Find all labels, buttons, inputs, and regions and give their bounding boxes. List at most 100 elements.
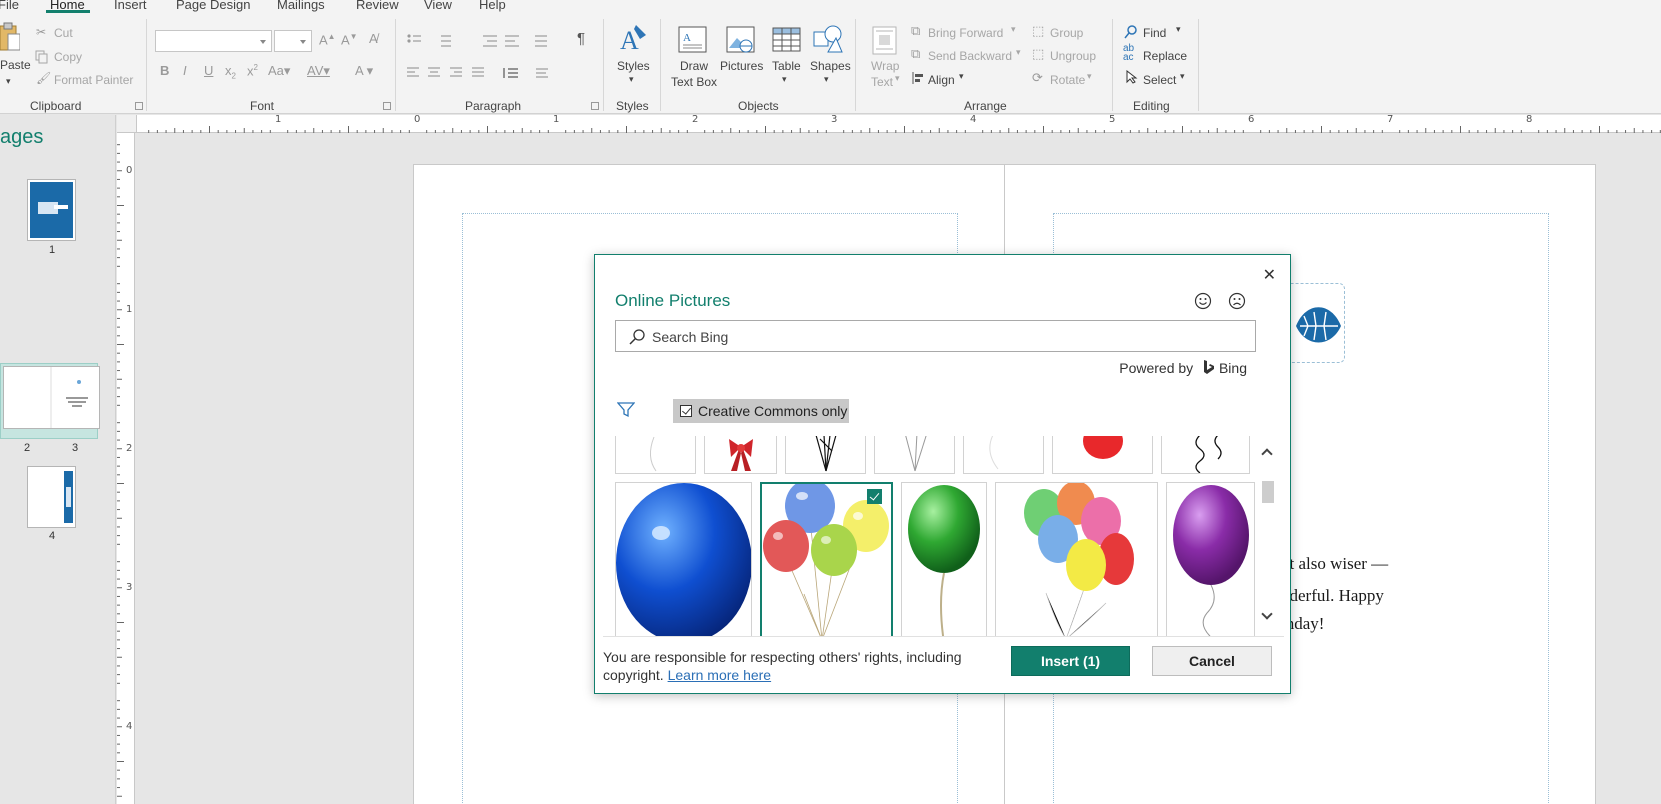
search-input[interactable] bbox=[652, 327, 1242, 347]
align-dropdown-icon[interactable]: ▾ bbox=[959, 71, 964, 82]
scroll-down-icon[interactable] bbox=[1261, 608, 1273, 620]
selected-checkmark-icon[interactable] bbox=[867, 489, 882, 504]
paragraph-launcher-icon[interactable] bbox=[591, 102, 599, 110]
bring-forward-button[interactable]: Bring Forward bbox=[928, 26, 1003, 40]
document-text-line-1[interactable]: ut also wiser — bbox=[1281, 554, 1388, 574]
page-thumbnail-2-3[interactable] bbox=[3, 366, 100, 429]
font-name-combo[interactable] bbox=[155, 30, 272, 52]
horizontal-ruler[interactable]: 1 0 1 2 3 4 5 6 7 8 bbox=[137, 114, 1661, 133]
cut-button[interactable]: Cut bbox=[54, 26, 73, 40]
rotate-button[interactable]: Rotate bbox=[1050, 73, 1085, 87]
change-case-icon[interactable]: Aa▾ bbox=[268, 63, 290, 79]
image-result-tile[interactable] bbox=[785, 436, 866, 474]
grow-font-icon[interactable]: A▲ bbox=[319, 32, 336, 47]
select-dropdown-icon[interactable]: ▾ bbox=[1180, 71, 1185, 82]
insert-button[interactable]: Insert (1) bbox=[1011, 646, 1130, 676]
wrap-text-icon[interactable] bbox=[872, 26, 898, 56]
search-box[interactable] bbox=[615, 320, 1256, 352]
send-backward-dropdown-icon[interactable]: ▾ bbox=[1016, 47, 1021, 58]
image-result-tile[interactable] bbox=[1166, 482, 1255, 636]
ungroup-button[interactable]: Ungroup bbox=[1050, 49, 1096, 63]
cancel-button[interactable]: Cancel bbox=[1152, 646, 1272, 676]
filter-icon[interactable] bbox=[617, 401, 635, 419]
menu-insert[interactable]: Insert bbox=[114, 0, 147, 12]
character-spacing-icon[interactable]: AV▾ bbox=[307, 63, 330, 79]
creative-commons-checkbox[interactable] bbox=[680, 405, 692, 417]
menu-file[interactable]: File bbox=[0, 0, 19, 12]
image-result-tile[interactable] bbox=[874, 436, 955, 474]
superscript-icon[interactable]: x2 bbox=[247, 63, 258, 78]
shapes-icon[interactable] bbox=[812, 24, 844, 54]
group-button[interactable]: Group bbox=[1050, 26, 1083, 40]
wrap-text-dropdown-icon[interactable]: ▾ bbox=[895, 73, 900, 84]
send-backward-button[interactable]: Send Backward bbox=[928, 49, 1012, 63]
draw-text-box-icon[interactable]: A bbox=[678, 26, 708, 54]
font-size-combo[interactable] bbox=[274, 30, 312, 52]
clipboard-launcher-icon[interactable] bbox=[135, 102, 143, 110]
underline-icon[interactable]: U bbox=[204, 63, 213, 78]
image-result-tile[interactable] bbox=[704, 436, 777, 474]
paragraph-row-2-icons[interactable] bbox=[406, 66, 566, 80]
image-result-tile[interactable] bbox=[1052, 436, 1153, 474]
italic-icon[interactable]: I bbox=[183, 63, 187, 78]
image-result-tile-selected[interactable] bbox=[760, 482, 893, 636]
page-thumbnail-4[interactable] bbox=[27, 466, 76, 528]
rotate-dropdown-icon[interactable]: ▾ bbox=[1087, 71, 1092, 82]
shapes-dropdown-icon[interactable]: ▾ bbox=[824, 74, 829, 85]
learn-more-link[interactable]: Learn more here bbox=[668, 667, 772, 683]
styles-dropdown-icon[interactable]: ▾ bbox=[629, 74, 634, 85]
bold-icon[interactable]: B bbox=[160, 63, 169, 78]
image-result-tile[interactable] bbox=[615, 482, 752, 636]
image-result-tile[interactable] bbox=[615, 436, 696, 474]
text-box-label[interactable]: Text Box bbox=[671, 75, 717, 89]
creative-commons-filter[interactable]: Creative Commons only bbox=[673, 399, 849, 423]
frown-feedback-icon[interactable] bbox=[1228, 292, 1246, 310]
shapes-button[interactable]: Shapes bbox=[810, 59, 851, 73]
page-thumbnail-1[interactable] bbox=[27, 179, 76, 241]
menu-view[interactable]: View bbox=[424, 0, 452, 12]
menu-mailings[interactable]: Mailings bbox=[277, 0, 325, 12]
clear-formatting-icon[interactable]: A̸ bbox=[369, 31, 378, 46]
styles-button[interactable]: Styles bbox=[617, 59, 650, 73]
format-painter-button[interactable]: Format Painter bbox=[54, 73, 133, 87]
results-scrollbar[interactable] bbox=[1260, 436, 1276, 636]
styles-icon[interactable]: A bbox=[618, 23, 648, 55]
paragraph-row-1-icons[interactable] bbox=[406, 33, 566, 47]
copy-button[interactable]: Copy bbox=[54, 50, 82, 64]
shrink-font-icon[interactable]: A▼ bbox=[341, 32, 358, 47]
paste-icon[interactable] bbox=[0, 22, 20, 52]
menu-help[interactable]: Help bbox=[479, 0, 506, 12]
image-result-tile[interactable] bbox=[963, 436, 1044, 474]
smile-feedback-icon[interactable] bbox=[1194, 292, 1212, 310]
table-icon[interactable] bbox=[772, 27, 802, 53]
image-result-tile[interactable] bbox=[901, 482, 987, 636]
image-result-tile[interactable] bbox=[1161, 436, 1250, 474]
document-text-line-2[interactable]: nderful. Happy bbox=[1281, 586, 1384, 606]
pictures-icon[interactable] bbox=[726, 26, 756, 54]
menu-review[interactable]: Review bbox=[356, 0, 399, 12]
wrap-text-label[interactable]: Text bbox=[871, 75, 893, 89]
bring-forward-dropdown-icon[interactable]: ▾ bbox=[1011, 24, 1016, 35]
select-button[interactable]: Select bbox=[1143, 73, 1176, 87]
show-paragraph-marks-icon[interactable]: ¶ bbox=[577, 30, 585, 47]
image-result-tile[interactable] bbox=[995, 482, 1158, 636]
close-icon[interactable]: ✕ bbox=[1263, 265, 1276, 285]
font-launcher-icon[interactable] bbox=[383, 102, 391, 110]
paste-dropdown-icon[interactable]: ▾ bbox=[6, 76, 11, 87]
font-color-icon[interactable]: A ▾ bbox=[355, 63, 373, 79]
table-dropdown-icon[interactable]: ▾ bbox=[782, 74, 787, 85]
find-dropdown-icon[interactable]: ▾ bbox=[1176, 24, 1181, 35]
pictures-button[interactable]: Pictures bbox=[720, 59, 763, 73]
vertical-ruler[interactable]: 0 1 2 3 4 bbox=[117, 133, 135, 804]
draw-label[interactable]: Draw bbox=[680, 59, 708, 73]
scroll-thumb[interactable] bbox=[1262, 481, 1274, 503]
scroll-up-icon[interactable] bbox=[1261, 448, 1273, 460]
wrap-label[interactable]: Wrap bbox=[871, 59, 899, 73]
paste-label[interactable]: Paste bbox=[0, 58, 31, 72]
replace-button[interactable]: Replace bbox=[1143, 49, 1187, 63]
subscript-icon[interactable]: x2 bbox=[225, 63, 236, 81]
align-button[interactable]: Align bbox=[928, 73, 955, 87]
menu-page-design[interactable]: Page Design bbox=[176, 0, 250, 12]
find-button[interactable]: Find bbox=[1143, 26, 1166, 40]
table-button[interactable]: Table bbox=[772, 59, 801, 73]
